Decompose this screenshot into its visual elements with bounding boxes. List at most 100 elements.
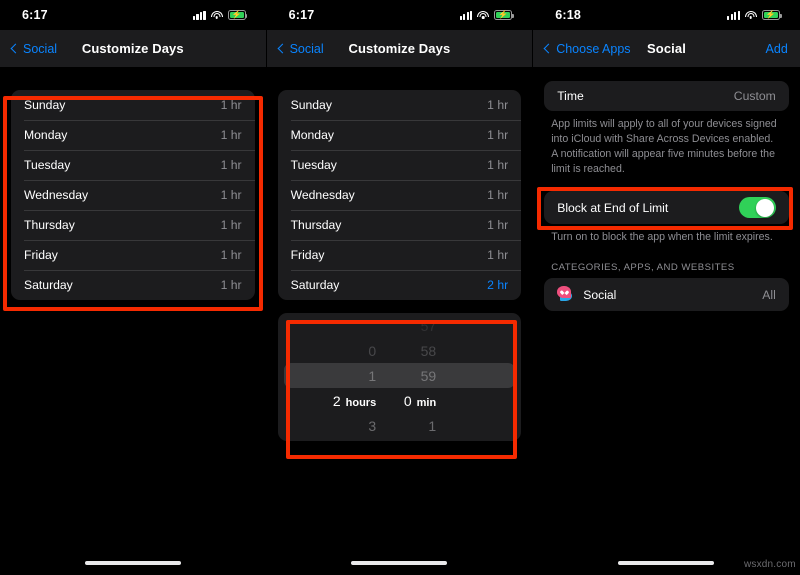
app-row-value: All bbox=[762, 287, 776, 302]
time-row-label: Time bbox=[557, 89, 584, 103]
back-button[interactable]: Social bbox=[10, 41, 58, 56]
day-label: Wednesday bbox=[24, 188, 89, 202]
day-value: 1 hr bbox=[220, 98, 242, 112]
chevron-left-icon bbox=[277, 43, 288, 54]
panel-3: 6:18 ⚡ Choose Apps Social Add Time Custo… bbox=[533, 0, 800, 575]
picker-hour-selected-value: 2 bbox=[332, 392, 341, 409]
home-indicator bbox=[351, 561, 448, 565]
day-value: 1 hr bbox=[220, 128, 242, 142]
block-footer-text: Turn on to block the app when the limit … bbox=[551, 231, 773, 244]
table-row[interactable]: Sunday 1 hr bbox=[278, 90, 522, 120]
time-row[interactable]: Time Custom bbox=[544, 81, 789, 111]
back-button[interactable]: Choose Apps bbox=[543, 41, 631, 56]
cellular-bars-icon bbox=[192, 10, 206, 20]
duration-picker[interactable]: 57 0 58 1 59 2 hours 0 min 3 1 bbox=[277, 313, 522, 441]
day-label: Wednesday bbox=[290, 188, 355, 202]
picker-columns: 57 0 58 1 59 2 hours 0 min 3 1 bbox=[278, 313, 522, 441]
table-row[interactable]: Thursday 1 hr bbox=[11, 210, 255, 240]
time-footer-text: App limits will apply to all of your dev… bbox=[551, 118, 777, 176]
back-button[interactable]: Social bbox=[277, 41, 324, 56]
wifi-icon bbox=[210, 10, 223, 20]
table-row[interactable]: Sunday 1 hr bbox=[11, 90, 255, 120]
panel-1-body: Sunday 1 hr Monday 1 hr Tuesday 1 hr Wed… bbox=[0, 67, 266, 572]
picker-hour-option[interactable]: 3 bbox=[368, 418, 376, 434]
table-row[interactable]: Tuesday 1 hr bbox=[11, 150, 255, 180]
status-time: 6:17 bbox=[288, 8, 315, 22]
watermark: wsxdn.com bbox=[743, 559, 796, 570]
nav-bar: Choose Apps Social Add bbox=[533, 30, 800, 67]
day-value: 2 hr bbox=[487, 278, 509, 292]
apps-group: Social All bbox=[544, 278, 789, 312]
chevron-left-icon bbox=[10, 43, 21, 54]
table-row[interactable]: Thursday 1 hr bbox=[278, 210, 522, 240]
picker-minute-option[interactable]: 57 bbox=[421, 318, 437, 334]
status-icons: ⚡ bbox=[459, 10, 514, 20]
social-bubble-icon bbox=[557, 286, 574, 303]
day-value: 1 hr bbox=[220, 248, 242, 262]
home-indicator bbox=[84, 561, 181, 565]
cellular-bars-icon bbox=[727, 10, 740, 20]
nav-bar: Social Customize Days bbox=[266, 30, 533, 67]
day-label: Sunday bbox=[24, 98, 66, 112]
three-panel-screenshot: 6:17 ⚡ Social Customize Days Sunday 1 hr bbox=[0, 0, 800, 575]
chevron-left-icon bbox=[543, 43, 554, 54]
cellular-bars-icon bbox=[459, 10, 473, 20]
picker-minute-selected-value: 0 bbox=[403, 392, 412, 409]
table-row[interactable]: Wednesday 1 hr bbox=[278, 180, 522, 210]
day-value: 1 hr bbox=[487, 218, 509, 232]
time-group: Time Custom bbox=[544, 81, 789, 111]
panel-3-body: Time Custom App limits will apply to all… bbox=[533, 67, 800, 572]
wifi-icon bbox=[744, 10, 757, 20]
day-label: Saturday bbox=[24, 278, 73, 292]
back-button-label: Choose Apps bbox=[556, 41, 631, 56]
app-row-left: Social bbox=[557, 286, 616, 303]
status-bar: 6:18 ⚡ bbox=[533, 0, 800, 30]
day-value: 1 hr bbox=[487, 128, 509, 142]
picker-hour-option[interactable]: 1 bbox=[368, 368, 376, 384]
block-at-end-of-limit-row[interactable]: Block at End of Limit bbox=[544, 191, 789, 224]
table-row[interactable]: Wednesday 1 hr bbox=[11, 180, 255, 210]
picker-hour-option[interactable]: 0 bbox=[368, 343, 376, 359]
table-row[interactable]: Saturday 1 hr bbox=[11, 270, 255, 300]
picker-hour-unit: hours bbox=[345, 396, 377, 409]
day-label: Friday bbox=[24, 248, 58, 262]
status-time: 6:17 bbox=[22, 8, 48, 22]
day-label: Saturday bbox=[290, 278, 340, 292]
app-row[interactable]: Social All bbox=[544, 278, 789, 311]
block-at-end-of-limit-toggle[interactable] bbox=[738, 197, 776, 219]
day-value: 1 hr bbox=[487, 188, 509, 202]
picker-minute-option[interactable]: 58 bbox=[421, 343, 437, 359]
table-row[interactable]: Friday 1 hr bbox=[11, 240, 255, 270]
picker-minute-option[interactable]: 1 bbox=[428, 418, 436, 434]
add-button[interactable]: Add bbox=[766, 42, 788, 56]
day-label: Sunday bbox=[290, 98, 332, 112]
back-button-label: Social bbox=[289, 41, 324, 56]
picker-minute-option[interactable]: 59 bbox=[421, 368, 437, 384]
day-label: Monday bbox=[290, 128, 334, 142]
battery-charging-icon: ⚡ bbox=[494, 10, 514, 20]
picker-minute-selected[interactable]: 0 min bbox=[404, 393, 436, 409]
table-row[interactable]: Monday 1 hr bbox=[278, 120, 522, 150]
panel-2-body: Sunday 1 hr Monday 1 hr Tuesday 1 hr Wed… bbox=[266, 67, 533, 572]
section-header: CATEGORIES, APPS, AND WEBSITES bbox=[551, 262, 735, 274]
status-icons: ⚡ bbox=[727, 10, 782, 20]
table-row[interactable]: Monday 1 hr bbox=[11, 120, 255, 150]
picker-hour-selected[interactable]: 2 hours bbox=[333, 393, 376, 409]
wifi-icon bbox=[477, 10, 490, 20]
table-row[interactable]: Friday 1 hr bbox=[278, 240, 522, 270]
day-value: 1 hr bbox=[487, 248, 509, 262]
day-value: 1 hr bbox=[487, 158, 509, 172]
days-list: Sunday 1 hr Monday 1 hr Tuesday 1 hr Wed… bbox=[11, 90, 255, 300]
status-bar: 6:17 ⚡ bbox=[0, 0, 266, 30]
panel-1: 6:17 ⚡ Social Customize Days Sunday 1 hr bbox=[0, 0, 267, 575]
day-label: Monday bbox=[24, 128, 68, 142]
day-value: 1 hr bbox=[220, 158, 242, 172]
back-button-label: Social bbox=[23, 41, 58, 56]
table-row[interactable]: Tuesday 1 hr bbox=[278, 150, 522, 180]
block-row-label: Block at End of Limit bbox=[557, 200, 669, 215]
day-label: Tuesday bbox=[290, 158, 337, 172]
day-value: 1 hr bbox=[220, 278, 242, 292]
battery-charging-icon: ⚡ bbox=[761, 10, 782, 20]
day-value: 1 hr bbox=[487, 98, 509, 112]
table-row-selected[interactable]: Saturday 2 hr bbox=[278, 270, 522, 300]
